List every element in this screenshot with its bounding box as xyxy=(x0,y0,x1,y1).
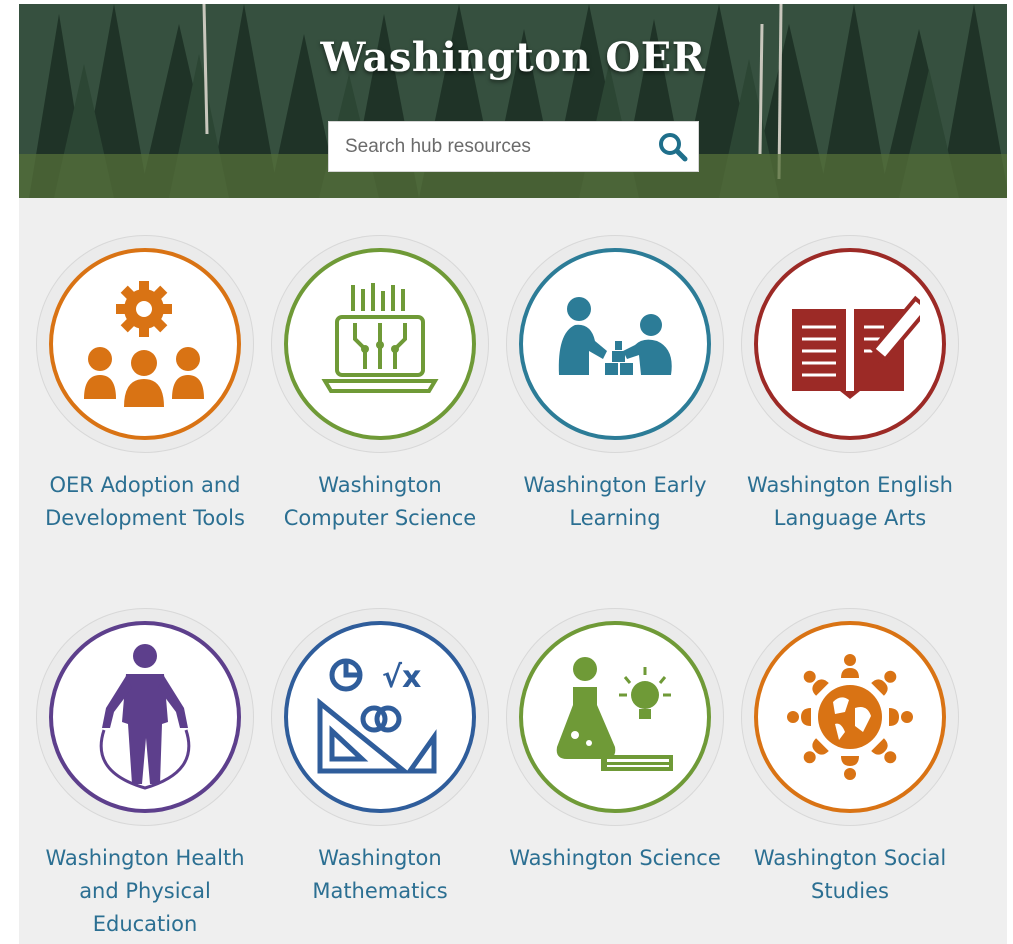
hub-card-label: Washington Early Learning xyxy=(523,473,707,530)
hub-card-label: Washington English Language Arts xyxy=(747,473,953,530)
hub-card-label: Washington Social Studies xyxy=(753,846,947,903)
hub-card-label: Washington Health and Physical Education xyxy=(45,846,245,936)
hub-card-label: Washington Computer Science xyxy=(283,473,477,530)
search-button[interactable] xyxy=(654,128,692,166)
circuit-laptop-icon xyxy=(321,283,439,393)
hub-grid: OER Adoption and Development Tools Washi… xyxy=(19,198,1007,944)
hub-card-label: Washington Science xyxy=(509,846,721,870)
site-title: Washington OER xyxy=(320,34,706,81)
globe-people-icon xyxy=(787,654,913,780)
hub-card-label: OER Adoption and Development Tools xyxy=(45,473,245,530)
flask-lightbulb-book-icon xyxy=(556,657,673,771)
search-icon xyxy=(659,133,688,162)
svg-text:√x: √x xyxy=(382,660,421,695)
hero-banner: Washington OER xyxy=(19,4,1007,198)
team-gear-icon xyxy=(84,281,204,407)
hub-card-label: Washington Mathematics xyxy=(312,846,448,903)
search-bar xyxy=(328,121,699,172)
math-tools-icon: √x xyxy=(317,658,437,774)
open-book-pencil-icon xyxy=(792,295,920,399)
children-playing-blocks-icon xyxy=(558,297,672,375)
jump-rope-person-icon xyxy=(99,644,191,790)
search-input[interactable] xyxy=(329,122,629,171)
